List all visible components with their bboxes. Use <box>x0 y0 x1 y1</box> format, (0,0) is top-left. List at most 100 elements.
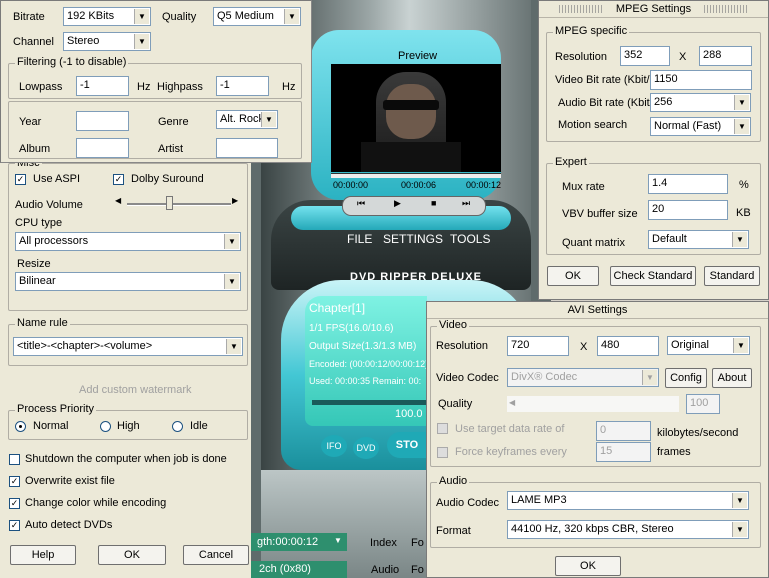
menu-tools[interactable]: TOOLS <box>450 232 490 246</box>
genre-select[interactable]: Alt. Rock ▼ <box>216 110 278 129</box>
tab-audio[interactable]: Audio <box>371 564 399 576</box>
video-codec-label: Video Codec <box>436 372 499 384</box>
force-keyframes-checkbox[interactable] <box>437 447 448 458</box>
resize-select[interactable]: Bilinear ▼ <box>15 272 241 291</box>
check-standard-button[interactable]: Check Standard <box>610 266 696 286</box>
name-rule-label: Name rule <box>15 317 70 329</box>
mpeg-title: MPEG Settings <box>615 3 692 15</box>
chevron-down-icon: ▼ <box>642 370 657 385</box>
kbps-label: kilobytes/second <box>657 427 739 439</box>
menu-settings[interactable]: SETTINGS <box>383 232 443 246</box>
stop-button[interactable]: ■ <box>431 198 436 208</box>
priority-idle-label: Idle <box>190 420 208 432</box>
mpeg-title-bar[interactable]: MPEG Settings <box>539 1 768 18</box>
resize-label: Resize <box>17 258 51 270</box>
change-color-checkbox[interactable]: ✓ <box>9 498 20 509</box>
tab-fo[interactable]: Fo <box>411 537 424 549</box>
avi-ok-button[interactable]: OK <box>555 556 621 576</box>
dolby-checkbox[interactable]: ✓ <box>113 174 124 185</box>
name-rule-select[interactable]: <title>-<chapter>-<volume> ▼ <box>13 337 243 356</box>
video-bitrate-input[interactable]: 1150 <box>650 70 752 90</box>
bitrate-select[interactable]: 192 KBits ▼ <box>63 7 151 26</box>
motion-search-select[interactable]: Normal (Fast) ▼ <box>650 117 751 136</box>
volume-left-icon[interactable]: ◀ <box>115 196 121 205</box>
avi-quality-input[interactable]: 100 <box>686 394 720 414</box>
add-watermark-button[interactable]: Add custom watermark <box>79 384 191 396</box>
avi-title-bar[interactable]: AVI Settings <box>427 302 768 319</box>
mpeg-specific-label: MPEG specific <box>553 25 630 37</box>
dvd-button[interactable]: DVD <box>353 437 379 459</box>
avi-res-height-input[interactable]: 480 <box>597 336 659 356</box>
priority-high-radio[interactable] <box>100 421 111 432</box>
mux-rate-input[interactable]: 1.4 <box>648 174 728 194</box>
ifo-button[interactable]: IFO <box>321 435 347 457</box>
help-button[interactable]: Help <box>10 545 76 565</box>
overwrite-checkbox[interactable]: ✓ <box>9 476 20 487</box>
auto-detect-checkbox[interactable]: ✓ <box>9 520 20 531</box>
time-mid: 00:00:06 <box>401 180 437 190</box>
avi-quality-slider[interactable]: ◀ <box>507 396 679 412</box>
expert-label: Expert <box>553 156 589 168</box>
shutdown-checkbox[interactable] <box>9 454 20 465</box>
year-label: Year <box>19 116 42 128</box>
video-codec-select[interactable]: DivX® Codec ▼ <box>507 368 659 387</box>
priority-idle-radio[interactable] <box>172 421 183 432</box>
play-button[interactable]: ▶ <box>394 198 401 209</box>
mpeg-res-width-input[interactable]: 352 <box>620 46 670 66</box>
tab-index[interactable]: Index <box>370 537 397 549</box>
mpeg-res-height-input[interactable]: 288 <box>699 46 752 66</box>
avi-res-mode-select[interactable]: Original ▼ <box>667 336 750 355</box>
audio-volume-slider[interactable] <box>127 196 231 214</box>
stop-encode-button[interactable]: STO <box>387 432 427 458</box>
highpass-input[interactable]: -1 <box>216 76 269 96</box>
preview-label: Preview <box>398 50 438 62</box>
prev-button[interactable]: ⏮ <box>357 198 365 209</box>
artist-input[interactable] <box>216 138 278 158</box>
format-label: Format <box>436 525 471 537</box>
year-input[interactable] <box>76 111 129 131</box>
output-size-text: Output Size(1.3/1.3 MB) <box>309 341 417 352</box>
mpeg-ok-button[interactable]: OK <box>547 266 599 286</box>
progress-pct: 100.0 <box>395 408 423 420</box>
priority-normal-radio[interactable] <box>15 421 26 432</box>
frames-label: frames <box>657 446 691 458</box>
video-preview <box>331 64 501 172</box>
quality-select[interactable]: Q5 Medium ▼ <box>213 7 301 26</box>
about-button[interactable]: About <box>712 368 752 388</box>
config-button[interactable]: Config <box>665 368 707 388</box>
next-button[interactable]: ⏭ <box>462 198 470 209</box>
standard-button[interactable]: Standard <box>704 266 760 286</box>
target-rate-input[interactable]: 0 <box>596 421 651 441</box>
avi-resolution-label: Resolution <box>436 340 488 352</box>
chevron-down-icon: ▼ <box>224 234 239 249</box>
lowpass-input[interactable]: -1 <box>76 76 129 96</box>
chevron-down-icon: ▼ <box>732 232 747 247</box>
vbv-input[interactable]: 20 <box>648 200 728 220</box>
format-select[interactable]: 44100 Hz, 320 kbps CBR, Stereo ▼ <box>507 520 749 539</box>
audio-bitrate-select[interactable]: 256 ▼ <box>650 93 751 112</box>
avi-res-width-input[interactable]: 720 <box>507 336 569 356</box>
audio-bitrate-label: Audio Bit rate (Kbit/s) <box>558 97 662 109</box>
dolby-label: Dolby Suround <box>131 173 204 185</box>
chevron-down-icon: ▼ <box>224 274 239 289</box>
target-rate-checkbox[interactable] <box>437 423 448 434</box>
ok-button[interactable]: OK <box>98 545 166 565</box>
length-arrow-icon[interactable]: ▼ <box>334 536 344 548</box>
avi-audio-label: Audio <box>437 475 470 487</box>
volume-right-icon[interactable]: ▶ <box>232 196 238 205</box>
chevron-down-icon: ▼ <box>732 493 747 508</box>
cancel-button[interactable]: Cancel <box>183 545 249 565</box>
use-aspi-checkbox[interactable]: ✓ <box>15 174 26 185</box>
menu-file[interactable]: FILE <box>347 232 372 246</box>
seek-bar[interactable] <box>331 173 501 178</box>
album-input[interactable] <box>76 138 129 158</box>
chevron-down-icon: ▼ <box>261 112 276 127</box>
audio-track-select[interactable]: 2ch (0x80) <box>251 561 347 578</box>
cpu-select[interactable]: All processors ▼ <box>15 232 241 251</box>
channel-select[interactable]: Stereo ▼ <box>63 32 151 51</box>
tab-fo2[interactable]: Fo <box>411 564 424 576</box>
album-label: Album <box>19 143 51 155</box>
quant-matrix-select[interactable]: Default ▼ <box>648 230 749 249</box>
force-keyframes-input[interactable]: 15 <box>596 442 651 462</box>
audio-codec-select[interactable]: LAME MP3 ▼ <box>507 491 749 510</box>
